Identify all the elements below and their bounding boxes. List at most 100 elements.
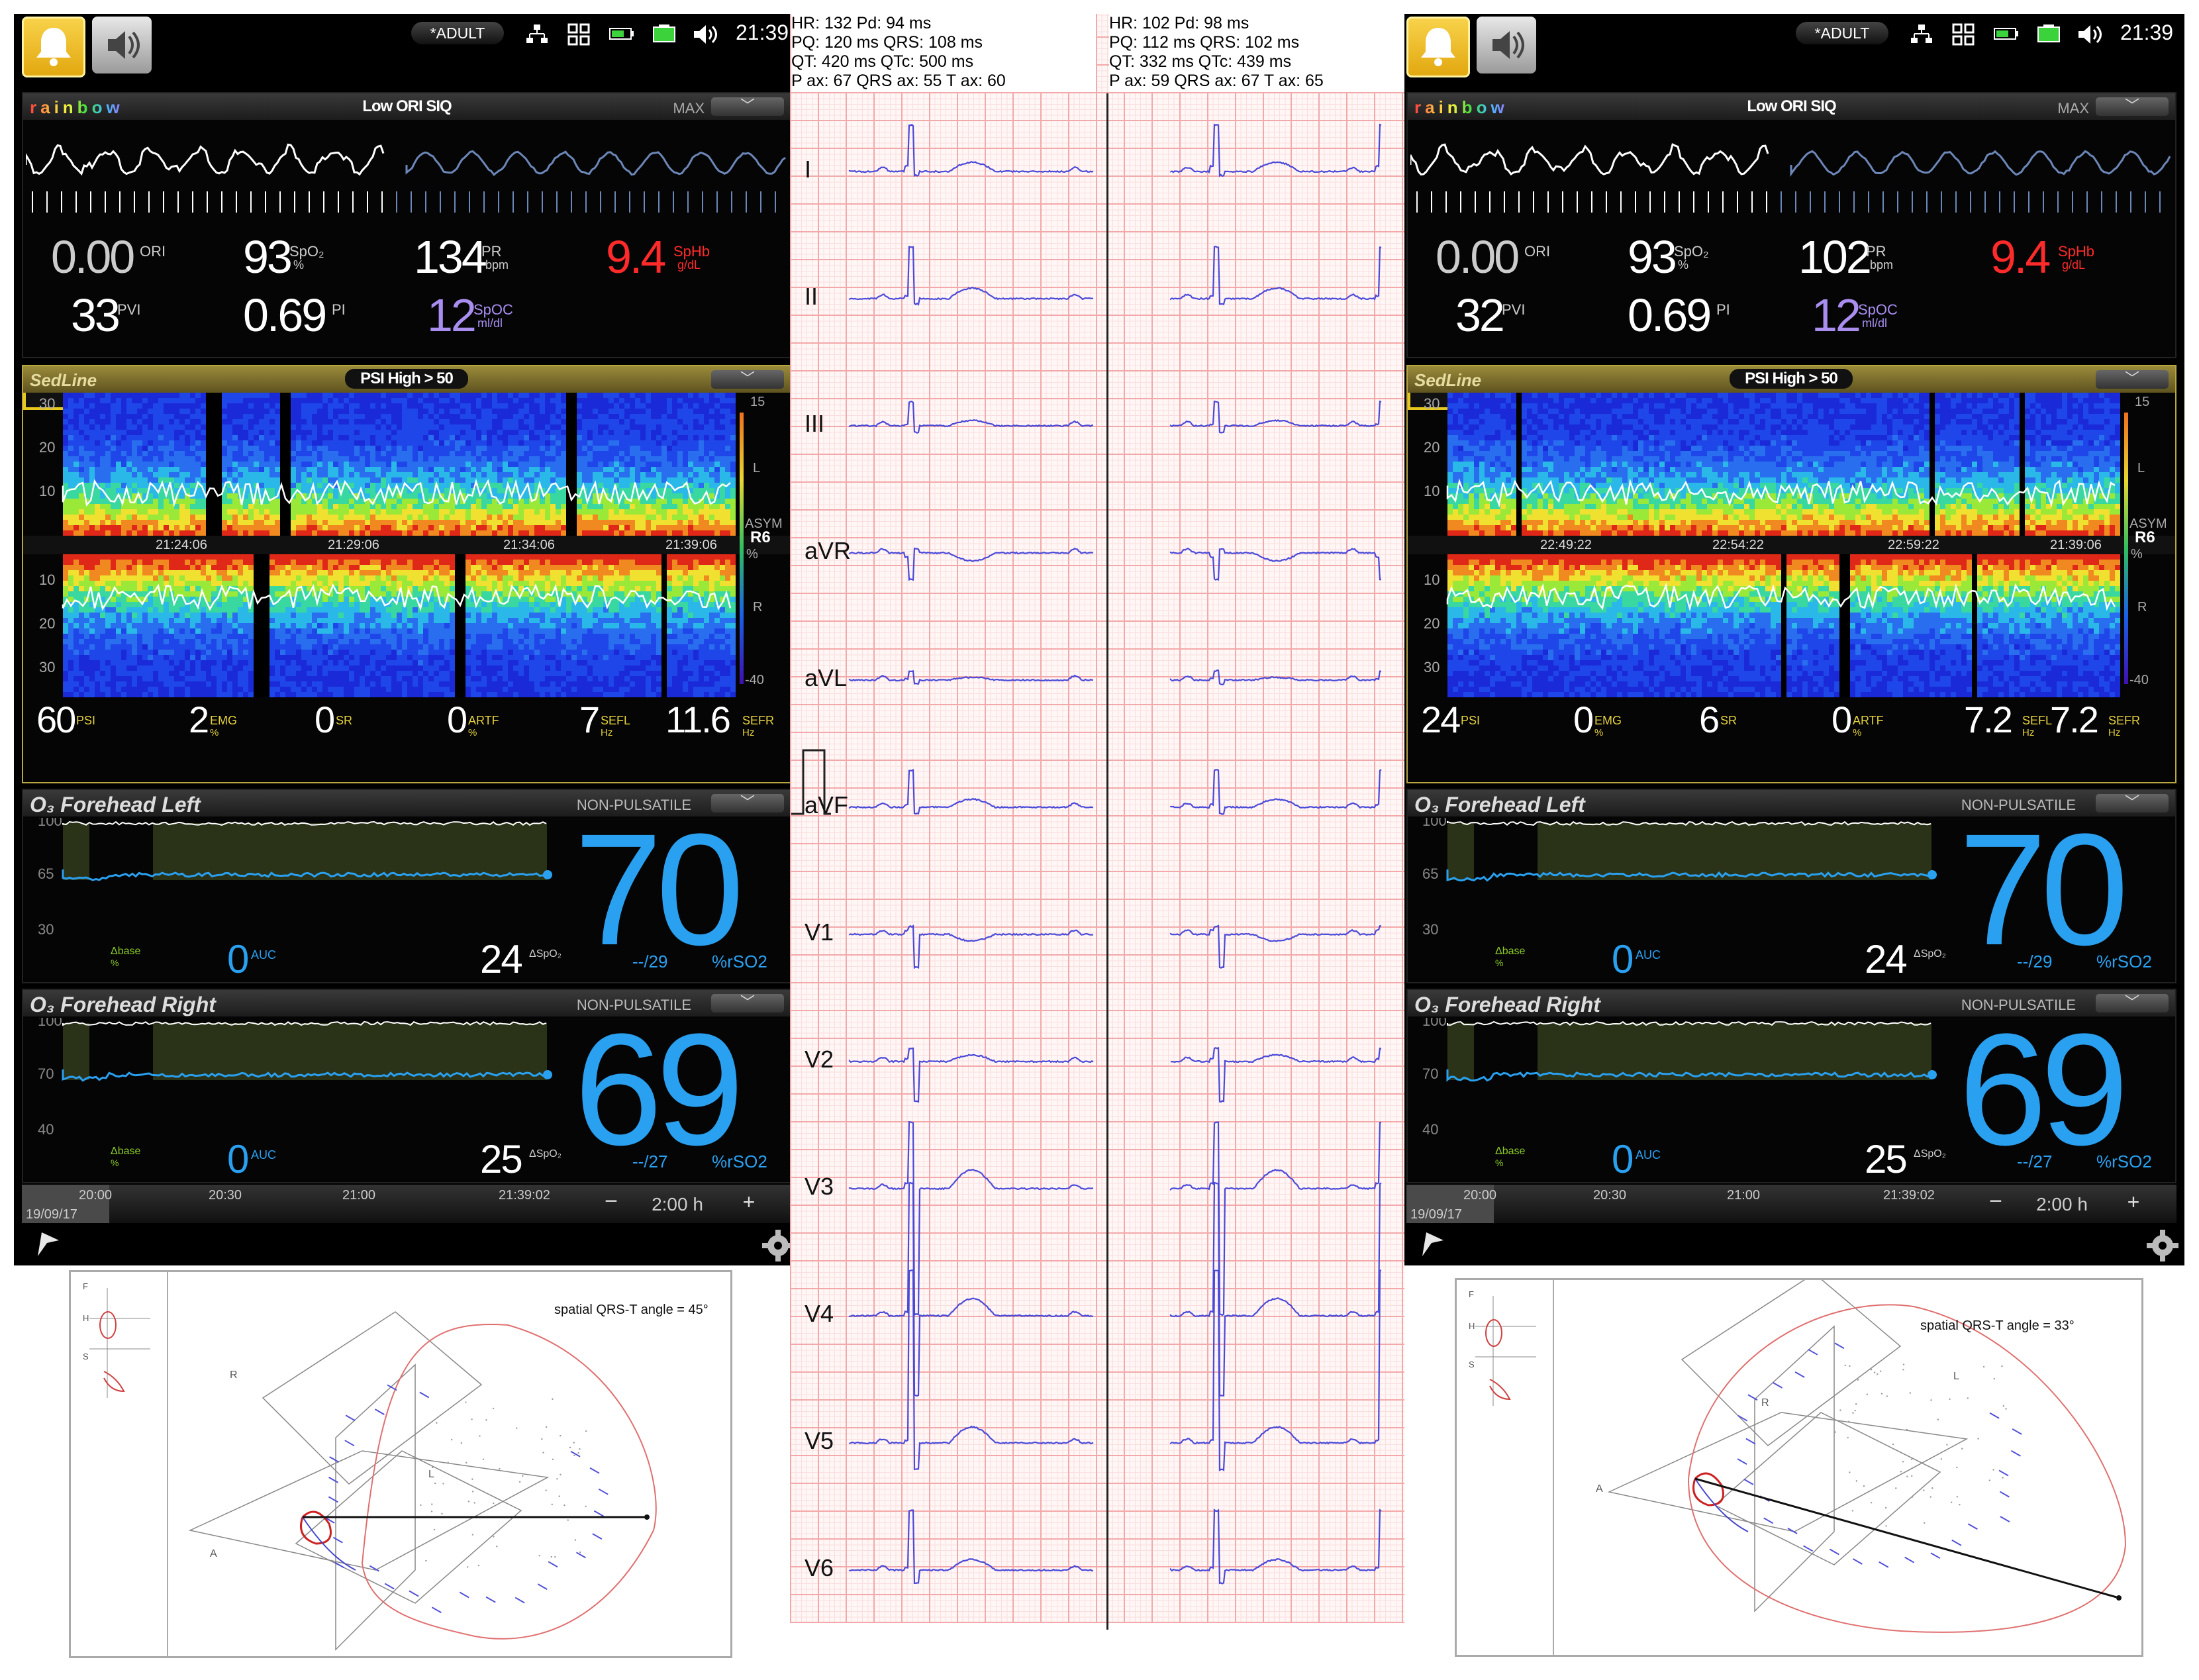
volume-icon <box>694 25 717 44</box>
audio-button[interactable] <box>1477 17 1536 74</box>
sed-value-psi: 24 <box>1421 699 1461 740</box>
lead-label-ii: II <box>805 283 818 310</box>
auc-value: 0 <box>1612 1137 1634 1181</box>
sedline-menu-button[interactable]: ﹀ <box>711 370 784 389</box>
patient-mode-button[interactable]: *ADULT <box>1796 22 1888 44</box>
delta-spo2-label: ΔSpO₂ <box>1914 948 1946 960</box>
lead-label-iii: III <box>805 410 825 437</box>
sed-value-sefl: 7 <box>579 699 600 740</box>
o3-trend-graph: 100 70 40 <box>1422 1018 1937 1138</box>
base-unit: % <box>1495 958 1504 968</box>
rso2-limits: --/29 <box>2017 952 2053 971</box>
lead-label-avr: aVR <box>805 537 852 564</box>
param-unit: % <box>1678 258 1689 272</box>
param-value-pr: 134 <box>414 231 487 283</box>
dsa-time-label: 21:29:06 <box>328 538 379 552</box>
sed-label: PSI <box>1461 714 1481 727</box>
vcg-plane-label-l: L <box>1953 1371 1959 1382</box>
dsa-scale-label: 20 <box>1424 615 1440 632</box>
dsa-scale-label: 30 <box>39 659 55 675</box>
base-label: Δbase <box>1495 946 1526 957</box>
ecg-trace-v1 <box>848 924 1094 969</box>
gear-icon[interactable] <box>2145 1228 2180 1263</box>
timeline-tick: 21:39:02 <box>499 1188 550 1203</box>
o3-scale-label: 40 <box>38 1121 54 1138</box>
dsa-side-label-top: 15 <box>2135 395 2149 409</box>
timeline-tick: 20:00 <box>1463 1188 1497 1203</box>
sedline-menu-button[interactable]: ﹀ <box>2096 370 2169 389</box>
param-value-spoc: 12 <box>1812 289 1861 341</box>
sed-label: PSI <box>76 714 96 727</box>
psi-alarm-badge: PSI High > 50 <box>345 369 468 389</box>
rainbow-menu-button[interactable]: ﹀ <box>2096 97 2169 116</box>
vcg-axis-label-s: S <box>83 1352 89 1361</box>
dsa-time-label: 21:34:06 <box>503 538 555 552</box>
patient-mode-button[interactable]: *ADULT <box>411 22 504 44</box>
param-label: PVI <box>117 301 141 318</box>
param-label: PVI <box>1502 301 1526 318</box>
status-bar: *ADULT 21:39 <box>1398 14 2184 83</box>
dsa-scale-label: 30 <box>1424 659 1440 675</box>
rso2-limits: --/29 <box>632 952 668 971</box>
dsa-scale-label: 20 <box>39 439 55 456</box>
rso2-limits: --/27 <box>632 1152 668 1171</box>
flag-icon[interactable] <box>1417 1228 1447 1259</box>
pleth-waveform <box>1410 143 2171 213</box>
vcg-axis-label-h: H <box>1469 1321 1475 1331</box>
rainbow-menu-button[interactable]: ﹀ <box>711 97 784 116</box>
zoom-out-button[interactable]: − <box>1976 1189 2016 1214</box>
param-value-pi: 0.69 <box>243 289 327 341</box>
status-bar: *ADULT 21:39 <box>14 14 800 83</box>
base-label: Δbase <box>1495 1146 1526 1157</box>
zoom-in-button[interactable]: + <box>2114 1190 2153 1214</box>
trend-timeline[interactable]: 20:00 20:30 21:00 21:39:02 19/09/17 − 2:00 … <box>1406 1185 2176 1223</box>
zoom-in-button[interactable]: + <box>729 1190 769 1214</box>
zoom-out-button[interactable]: − <box>591 1189 631 1214</box>
dsa-scale-label: 10 <box>1424 571 1440 588</box>
o3-scale-label: 100 <box>38 818 62 829</box>
sedline-panel: SedLine PSI High > 50 ﹀ 21:24:06 21:29:06… <box>22 365 792 783</box>
param-unit: g/dL <box>2062 258 2086 272</box>
base-label: Δbase <box>111 946 141 957</box>
rso2-unit: %rSO2 <box>712 1152 767 1171</box>
dsa-side-label-pct: % <box>746 547 758 562</box>
sed-label: ARTF <box>468 714 499 727</box>
network-icon <box>526 25 548 43</box>
qrs-t-angle-label: spatial QRS-T angle = 45° <box>554 1303 709 1317</box>
o3-panel-name: O₃ Forehead Left <box>30 793 201 816</box>
audio-button[interactable] <box>92 17 152 74</box>
sed-value-artf: 0 <box>1832 699 1852 740</box>
param-label: PR <box>481 243 502 260</box>
sed-value-emg: 2 <box>189 699 209 740</box>
dsa-side-label-r: R <box>2137 600 2147 615</box>
dsa-side-label-r: R <box>753 600 762 615</box>
alarm-bell-button[interactable] <box>22 17 85 77</box>
o3-trend-graph: 100 65 30 <box>38 818 552 938</box>
rso2-unit: %rSO2 <box>2096 952 2152 971</box>
battery-icon <box>653 25 675 42</box>
o3-scale-label: 30 <box>1422 921 1438 938</box>
base-unit: % <box>111 1158 119 1168</box>
alarm-bell-button[interactable] <box>1406 17 1470 77</box>
param-value-spoc: 12 <box>427 289 477 341</box>
rainbow-panel: rainbow Low ORI SIQ MAX ﹀ 0.00 ORI 93 SpO₂%… <box>1406 92 2176 358</box>
ecg-trace-v4 <box>848 1181 1093 1397</box>
delta-spo2-value: 25 <box>480 1137 523 1181</box>
network-icon <box>1911 25 1932 43</box>
t-loop <box>361 1324 657 1640</box>
param-value-spo: 93 <box>1628 231 1677 283</box>
delta-spo2-value: 25 <box>1865 1137 1908 1181</box>
dsa-scale-label: 20 <box>39 615 55 632</box>
dsa-scale-label: 30 <box>39 395 55 412</box>
lead-label-v4: V4 <box>805 1300 834 1327</box>
sed-value-sr: 6 <box>1699 699 1720 740</box>
trend-timeline[interactable]: 20:00 20:30 21:00 21:39:02 19/09/17 − 2:00 … <box>22 1185 792 1223</box>
flag-icon[interactable] <box>32 1228 63 1259</box>
clock: 21:39 <box>736 21 789 44</box>
param-unit: bpm <box>1870 258 1894 272</box>
dsa-spectrogram: 22:49:22 22:54:22 22:59:22 21:39:06 30 20 10 10… <box>1408 393 2175 697</box>
lead-label-v6: V6 <box>805 1554 834 1581</box>
o3-scale-label: 40 <box>1422 1121 1438 1138</box>
ecg-trace-avr <box>1169 547 1381 581</box>
rainbow-max-label: MAX <box>673 100 705 117</box>
